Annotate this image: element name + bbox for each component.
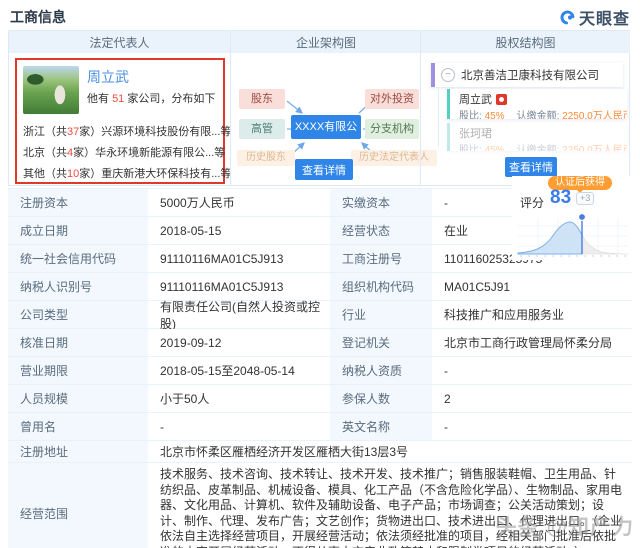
equity-detail-button[interactable]: 查看详情: [505, 157, 557, 177]
list-item: 其他（共10家） 重庆新港大环保科技有...等: [23, 162, 231, 183]
score-module: 认证后获得 评分 83 +3: [512, 176, 636, 260]
shareholder-name: 张珂珺: [459, 128, 492, 140]
node-investments: 对外投资: [365, 89, 419, 109]
legal-rep-header: 法定代表人: [9, 31, 230, 53]
company-name[interactable]: 华永环境新能源有限公...等: [95, 144, 225, 160]
company-count: 51: [112, 93, 125, 105]
field-value: -: [148, 413, 330, 441]
legal-rep-name-link[interactable]: 周立武: [87, 67, 129, 87]
shareholder-badge-icon: [496, 93, 507, 105]
field-label: 组织机构代码: [330, 273, 432, 301]
field-label: 注册资本: [8, 189, 148, 217]
equity-panel: 股权结构图 北京善洁卫康科技有限公司 周立武 股比: 45%认缴金额: 2250…: [420, 31, 630, 185]
tianyancha-eye-icon: [559, 9, 576, 26]
legal-rep-highlight-box: 周立武 他有 51 家公司，分布如下 浙江（共37家） 兴源环境科技股份有限..…: [15, 58, 231, 184]
field-label: 纳税人识别号: [8, 273, 148, 301]
score-value: 83: [550, 187, 572, 208]
org-chart-panel: 企业架构图 股东 高管 历史股东 XXXX有限公司 对外投资 分支机构 历史法定…: [230, 31, 437, 185]
tree-connector: [438, 89, 439, 147]
node-history-shareholders: 历史股东: [237, 150, 295, 166]
preview-panels: 法定代表人 周立武 他有 51 家公司，分布如下 浙江（共37家） 兴源环境科技…: [8, 30, 630, 186]
score-delta-badge: +3: [576, 192, 595, 205]
field-value: 5000万人民币: [148, 189, 330, 217]
org-chart-detail-button[interactable]: 查看详情: [295, 159, 353, 180]
shareholder-card: 张珂珺 股比: 45% 认缴金额: 2250.0万人民币: [447, 123, 627, 151]
watermark: 头条 @知产力: [495, 516, 634, 539]
field-label: 经营范围: [8, 463, 148, 548]
shareholder-info: 股比: 45% 认缴金额: 2250.0万人民币: [459, 145, 627, 151]
field-label: 行业: [330, 301, 432, 329]
node-executives: 高管: [239, 119, 285, 139]
field-label: 营业期限: [8, 357, 148, 385]
brand-name: 天眼查: [578, 11, 630, 28]
root-company-name[interactable]: 北京善洁卫康科技有限公司: [461, 67, 599, 83]
field-value: 科技推广和应用服务业: [432, 301, 632, 329]
node-shareholders: 股东: [239, 89, 285, 109]
equity-root-node: 北京善洁卫康科技有限公司: [431, 63, 623, 87]
tianyancha-logo[interactable]: 天眼查: [559, 5, 630, 29]
field-value: -: [432, 357, 632, 385]
field-label: 经营状态: [330, 217, 432, 245]
node-company-center: XXXX有限公司: [291, 115, 361, 157]
field-label: 纳税人资质: [330, 357, 432, 385]
field-value: 小于50人: [148, 385, 330, 413]
field-label: 统一社会信用代码: [8, 245, 148, 273]
field-label: 登记机关: [330, 329, 432, 357]
list-item: 浙江（共37家） 兴源环境科技股份有限...等: [23, 120, 231, 141]
field-value: 2019-09-12: [148, 329, 330, 357]
field-label: 曾用名: [8, 413, 148, 441]
field-label: 工商注册号: [330, 245, 432, 273]
company-name[interactable]: 兴源环境科技股份有限...等: [101, 123, 231, 139]
shareholder-card: 周立武 股比: 45% 认缴金额: 2250.0万人民币: [447, 89, 627, 119]
field-label: 核准日期: [8, 329, 148, 357]
field-value: 北京市工商行政管理局怀柔分局: [432, 329, 632, 357]
collapse-icon[interactable]: [441, 68, 455, 82]
purple-bar: [431, 63, 435, 87]
list-item: 北京（共4家） 华永环境新能源有限公...等: [23, 141, 225, 162]
score-label: 评分: [520, 196, 545, 210]
field-label: 公司类型: [8, 301, 148, 329]
field-label: 参保人数: [330, 385, 432, 413]
org-chart-header: 企业架构图: [231, 31, 421, 53]
field-label: 实缴资本: [330, 189, 432, 217]
field-value: MA01C5J91: [432, 273, 632, 301]
score-bell-curve-chart: [517, 213, 629, 257]
field-value: 2018-05-15至2048-05-14: [148, 357, 330, 385]
field-value: 2018-05-15: [148, 217, 330, 245]
registered-address-value: 北京市怀柔区雁栖经济开发区雁栖大街13层3号: [148, 441, 632, 463]
equity-header: 股权结构图: [421, 31, 630, 53]
shareholder-name[interactable]: 周立武: [459, 91, 492, 107]
field-value: 有限责任公司(自然人投资或控股): [148, 300, 330, 331]
field-label: 注册地址: [8, 441, 148, 463]
business-info-page: 工商信息 天眼查 法定代表人 周立武 他有 51 家公司，分布如下 浙江（共37…: [0, 0, 640, 548]
field-label: 英文名称: [330, 413, 432, 441]
page-title: 工商信息: [10, 9, 66, 25]
company-name[interactable]: 重庆新港大环保科技有...等: [101, 165, 231, 181]
legal-rep-panel: 法定代表人 周立武 他有 51 家公司，分布如下 浙江（共37家） 兴源环境科技…: [9, 31, 231, 185]
node-branches: 分支机构: [365, 119, 419, 139]
legal-rep-summary: 他有 51 家公司，分布如下: [87, 93, 216, 105]
field-value: -: [432, 413, 632, 441]
field-label: 成立日期: [8, 217, 148, 245]
shareholder-info: 股比: 45% 认缴金额: 2250.0万人民币: [459, 111, 627, 119]
legal-rep-distribution: 浙江（共37家） 兴源环境科技股份有限...等 北京（共4家） 华永环境新能源有…: [23, 120, 231, 183]
field-value: 91110116MA01C5J913: [148, 245, 330, 273]
field-label: 人员规模: [8, 385, 148, 413]
legal-rep-avatar[interactable]: [23, 66, 79, 114]
field-value: 2: [432, 385, 632, 413]
